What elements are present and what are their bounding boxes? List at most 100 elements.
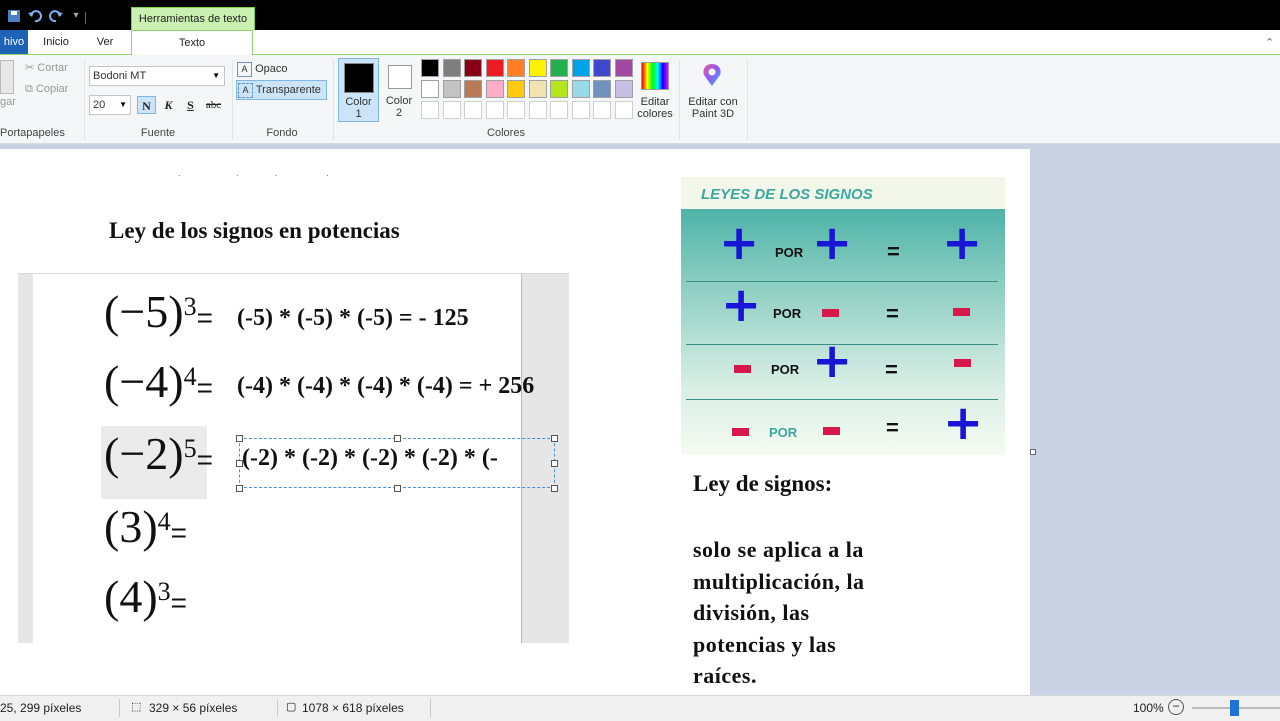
font-size-value: 20 [93, 99, 106, 111]
por-label: POR [773, 306, 802, 321]
italic-button[interactable]: K [159, 96, 178, 114]
resize-handle[interactable] [236, 460, 243, 467]
color2-button[interactable]: Color 2 [382, 58, 416, 122]
canvas-resize-handle[interactable] [1030, 449, 1036, 455]
tab-home[interactable]: Inicio [35, 30, 77, 54]
custom-color-slot[interactable] [528, 101, 547, 119]
image-size-icon: ▢ [286, 701, 297, 713]
custom-color-slot[interactable] [464, 101, 482, 119]
power-base: (−2) [104, 428, 184, 479]
plus-icon: + [942, 215, 983, 271]
transparent-button[interactable]: A Transparente [236, 80, 327, 100]
paste-button[interactable]: gar [0, 96, 16, 108]
custom-color-slot[interactable] [614, 101, 633, 119]
copy-button[interactable]: ⧉ Copiar [25, 83, 68, 96]
color-swatch[interactable] [528, 59, 547, 77]
power-expansion[interactable]: (-2) * (-2) * (-2) * (-2) * (- [242, 445, 498, 472]
custom-color-slot[interactable] [421, 101, 439, 119]
transparent-label: Transparente [255, 84, 321, 96]
zoom-slider-thumb[interactable] [1230, 700, 1239, 716]
resize-handle[interactable] [551, 485, 558, 492]
save-icon[interactable] [6, 8, 22, 24]
sign-rules-image: LEYES DE LOS SIGNOS + POR + = + + POR = … [681, 177, 1005, 455]
status-bar: 25, 299 píxeles ⬚ 329 × 56 píxeles ▢ 107… [0, 695, 1280, 721]
tab-file[interactable]: hivo [0, 30, 28, 54]
redo-icon[interactable] [48, 8, 64, 24]
color-swatch[interactable] [485, 80, 504, 98]
custom-color-slot[interactable] [593, 101, 611, 119]
color-swatch[interactable] [550, 59, 568, 77]
custom-color-slot[interactable] [507, 101, 525, 119]
tab-text[interactable]: Texto [131, 30, 253, 55]
equals-sign: = [887, 239, 900, 264]
color-swatch[interactable] [464, 59, 482, 77]
resize-handle[interactable] [236, 485, 243, 492]
color-swatch[interactable] [614, 80, 633, 98]
undo-icon[interactable] [27, 8, 43, 24]
color-swatch[interactable] [507, 80, 525, 98]
por-label: POR [769, 425, 798, 440]
strikethrough-button[interactable]: abc [204, 96, 223, 114]
resize-handle[interactable] [394, 435, 401, 442]
color-swatch[interactable] [571, 59, 590, 77]
edit-colors-button[interactable]: Editar colores [637, 60, 673, 122]
edit-with-paint3d-button[interactable]: Editar con Paint 3D [683, 60, 743, 122]
opaque-icon: A [237, 61, 252, 77]
paint3d-icon [699, 62, 725, 88]
collapse-ribbon-icon[interactable]: ⌃ [1265, 36, 1274, 49]
color-swatch[interactable] [614, 59, 633, 77]
minus-icon [822, 309, 839, 317]
resize-handle[interactable] [551, 460, 558, 467]
ribbon-separator [84, 60, 85, 140]
power-base: (−4) [104, 356, 184, 407]
ribbon-separator [747, 60, 748, 140]
font-family-select[interactable]: Bodoni MT ▼ [89, 66, 225, 86]
custom-color-slot[interactable] [485, 101, 504, 119]
color-swatch[interactable] [485, 59, 504, 77]
paint3d-label: Editar con [688, 96, 738, 108]
color-swatch[interactable] [442, 80, 461, 98]
color-palette [421, 59, 636, 123]
status-divider [277, 699, 278, 717]
color1-button[interactable]: Color 1 [338, 58, 379, 122]
color-swatch[interactable] [464, 80, 482, 98]
rule-line: división, las [693, 600, 810, 625]
color-swatch[interactable] [421, 80, 439, 98]
text-selection-box[interactable]: (-2) * (-2) * (-2) * (-2) * (- [239, 438, 555, 488]
cut-button[interactable]: ✂ Cortar [25, 61, 68, 74]
resize-handle[interactable] [236, 435, 243, 442]
resize-handle[interactable] [394, 485, 401, 492]
opaque-button[interactable]: A Opaco [237, 60, 327, 78]
custom-color-slot[interactable] [571, 101, 590, 119]
bold-button[interactable]: N [137, 96, 156, 114]
color-swatch[interactable] [528, 80, 547, 98]
power-exponent: 3 [183, 291, 197, 321]
equals-sign: = [196, 302, 213, 333]
color-swatch[interactable] [507, 59, 525, 77]
zoom-out-icon[interactable]: − [1168, 699, 1184, 715]
tab-view[interactable]: Ver [84, 30, 126, 54]
color-swatch[interactable] [442, 59, 461, 77]
color-swatch[interactable] [421, 59, 439, 77]
resize-handle[interactable] [551, 435, 558, 442]
minus-icon [953, 308, 970, 316]
color-swatch[interactable] [593, 80, 611, 98]
equals-sign: = [885, 357, 898, 382]
color-swatch[interactable] [593, 59, 611, 77]
color-swatch[interactable] [571, 80, 590, 98]
font-size-select[interactable]: 20 ▼ [89, 95, 131, 115]
paste-icon[interactable] [0, 60, 14, 94]
color-swatch[interactable] [550, 80, 568, 98]
customize-quick-access-icon[interactable]: ▾ [68, 8, 84, 24]
equals-sign: = [886, 301, 899, 326]
power-base: (−5) [104, 286, 184, 337]
custom-color-slot[interactable] [442, 101, 461, 119]
power-row: (−5)3= [104, 285, 213, 338]
power-row: (4)3= [104, 570, 187, 623]
custom-color-slot[interactable] [550, 101, 568, 119]
chevron-down-icon: ▼ [212, 71, 220, 80]
power-row: (−2)5= [104, 427, 213, 480]
selection-size: 329 × 56 píxeles [149, 701, 238, 715]
image-top-edge [18, 273, 568, 274]
underline-button[interactable]: S [181, 96, 200, 114]
